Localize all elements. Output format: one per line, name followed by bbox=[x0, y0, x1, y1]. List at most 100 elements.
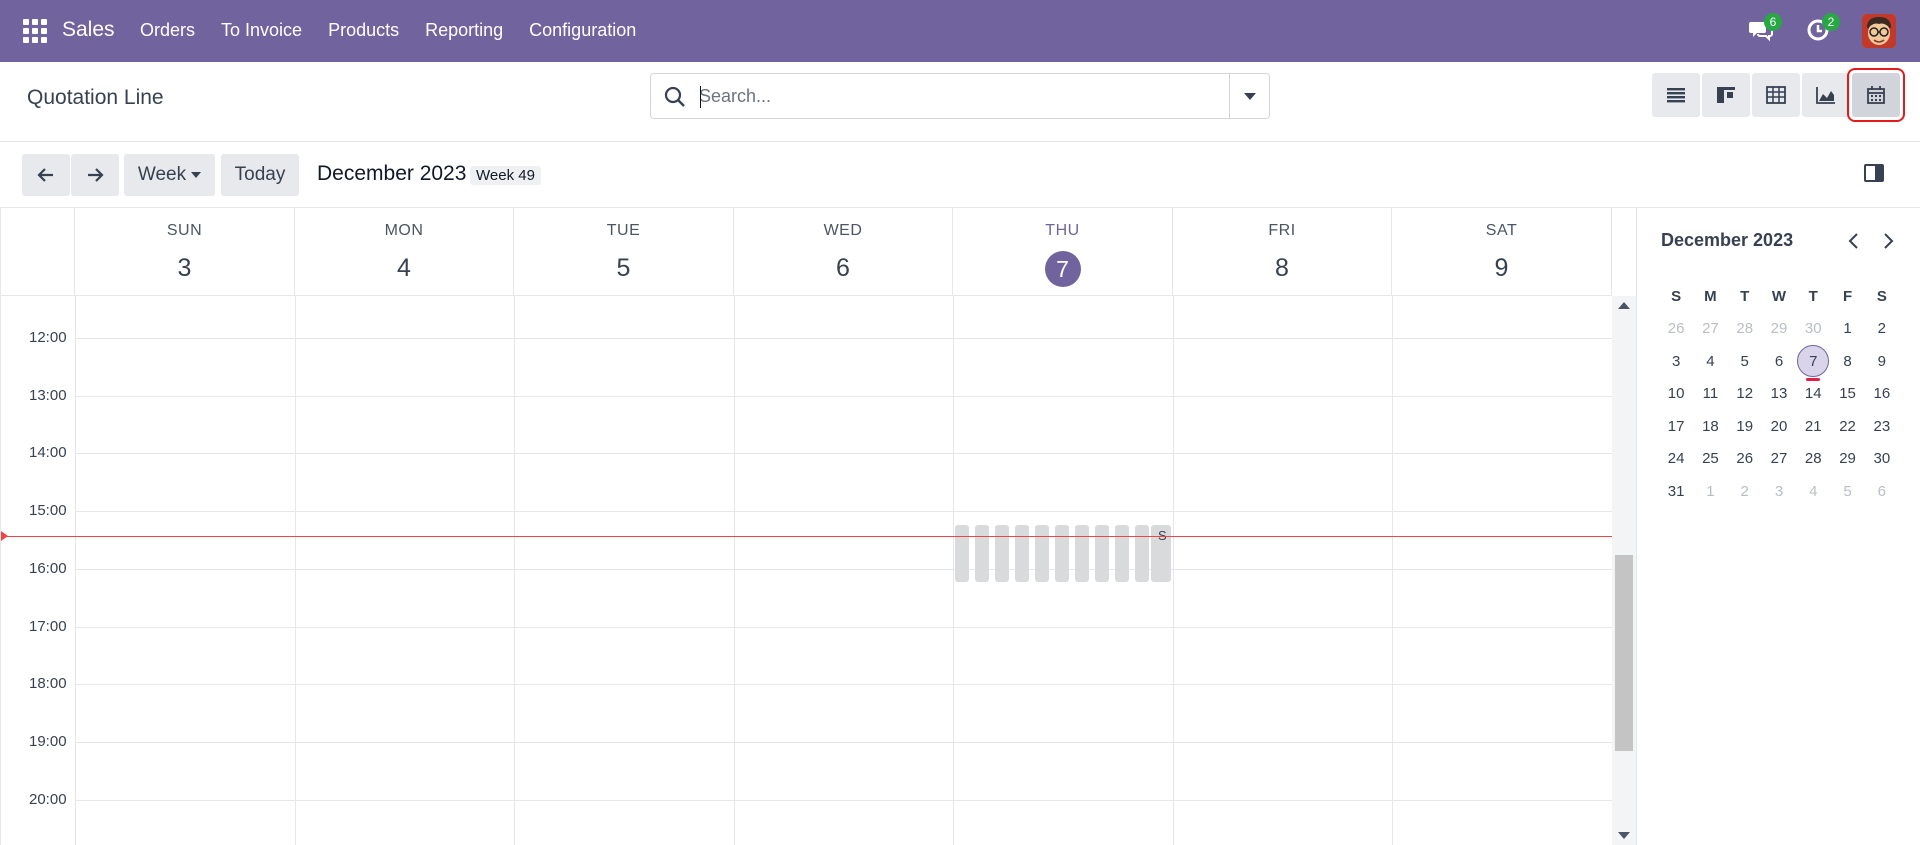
scroll-down-arrow-icon[interactable] bbox=[1618, 832, 1630, 839]
chevron-left-icon[interactable] bbox=[1845, 232, 1863, 250]
user-avatar[interactable] bbox=[1862, 14, 1896, 48]
chevron-right-icon[interactable] bbox=[1879, 232, 1897, 250]
search-options-toggle[interactable] bbox=[1229, 74, 1269, 118]
day-header-mon[interactable]: MON 4 bbox=[295, 208, 514, 296]
mini-day[interactable]: 3 bbox=[1659, 353, 1693, 370]
apps-menu-icon[interactable] bbox=[23, 19, 47, 43]
mini-day[interactable]: 1 bbox=[1693, 483, 1727, 500]
graph-view-button[interactable] bbox=[1802, 73, 1850, 117]
mini-day[interactable]: 2 bbox=[1865, 320, 1899, 337]
mini-day[interactable]: 2 bbox=[1728, 483, 1762, 500]
mini-day[interactable]: 14 bbox=[1796, 385, 1830, 402]
text-caret bbox=[700, 86, 701, 108]
mini-day[interactable]: 22 bbox=[1830, 418, 1864, 435]
today-button[interactable]: Today bbox=[221, 154, 299, 196]
hour-label: 18:00 bbox=[29, 675, 67, 692]
sidebar-toggle-icon[interactable] bbox=[1864, 164, 1884, 182]
scrollbar-thumb[interactable] bbox=[1615, 555, 1633, 751]
mini-day[interactable]: 4 bbox=[1693, 353, 1727, 370]
day-header-fri[interactable]: FRI 8 bbox=[1173, 208, 1392, 296]
messages-button[interactable]: 6 bbox=[1748, 13, 1782, 43]
mini-day[interactable]: 29 bbox=[1830, 450, 1864, 467]
mini-day[interactable]: 12 bbox=[1728, 385, 1762, 402]
search-input[interactable] bbox=[699, 74, 1219, 118]
calendar-event[interactable] bbox=[1055, 525, 1069, 582]
page-title: Quotation Line bbox=[27, 86, 164, 109]
mini-day[interactable]: 13 bbox=[1762, 385, 1796, 402]
time-grid-body[interactable]: 12:00 13:00 14:00 15:00 16:00 17:00 18:0… bbox=[1, 296, 1612, 845]
mini-day[interactable]: 25 bbox=[1693, 450, 1727, 467]
mini-day[interactable]: 26 bbox=[1728, 450, 1762, 467]
mini-day[interactable]: 11 bbox=[1693, 385, 1727, 402]
calendar-event[interactable] bbox=[1135, 525, 1149, 582]
calendar-event[interactable] bbox=[1035, 525, 1049, 582]
mini-day[interactable]: 18 bbox=[1693, 418, 1727, 435]
day-header-tue[interactable]: TUE 5 bbox=[514, 208, 734, 296]
previous-period-button[interactable] bbox=[22, 154, 70, 196]
pivot-view-button[interactable] bbox=[1752, 73, 1800, 117]
mini-day[interactable]: 6 bbox=[1762, 353, 1796, 370]
day-header-sat[interactable]: SAT 9 bbox=[1392, 208, 1612, 296]
mini-day[interactable]: 4 bbox=[1796, 483, 1830, 500]
mini-day[interactable]: 9 bbox=[1865, 353, 1899, 370]
day-header-thu[interactable]: THU 7 bbox=[953, 208, 1173, 296]
calendar-event[interactable] bbox=[1095, 525, 1109, 582]
menu-item-orders[interactable]: Orders bbox=[140, 20, 195, 41]
mini-day[interactable]: 5 bbox=[1830, 483, 1864, 500]
day-header-wed[interactable]: WED 6 bbox=[734, 208, 953, 296]
mini-day[interactable]: 5 bbox=[1728, 353, 1762, 370]
activities-button[interactable]: 2 bbox=[1806, 13, 1840, 43]
scroll-up-arrow-icon[interactable] bbox=[1618, 302, 1630, 309]
calendar-view-button[interactable] bbox=[1847, 68, 1905, 122]
menu-item-to-invoice[interactable]: To Invoice bbox=[221, 20, 302, 41]
mini-day[interactable]: 16 bbox=[1865, 385, 1899, 402]
calendar-event[interactable] bbox=[955, 525, 969, 582]
mini-day[interactable]: 19 bbox=[1728, 418, 1762, 435]
menu-item-configuration[interactable]: Configuration bbox=[529, 20, 636, 41]
app-brand[interactable]: Sales bbox=[62, 18, 115, 42]
mini-day[interactable]: 24 bbox=[1659, 450, 1693, 467]
column-divider bbox=[75, 296, 76, 845]
next-period-button[interactable] bbox=[71, 154, 119, 196]
list-icon bbox=[1667, 88, 1685, 103]
mini-day[interactable]: 29 bbox=[1762, 320, 1796, 337]
mini-day[interactable]: 8 bbox=[1830, 353, 1864, 370]
day-header-sun[interactable]: SUN 3 bbox=[75, 208, 295, 296]
mini-day[interactable]: 17 bbox=[1659, 418, 1693, 435]
calendar-event[interactable] bbox=[975, 525, 989, 582]
menu-item-products[interactable]: Products bbox=[328, 20, 399, 41]
calendar-event[interactable] bbox=[1015, 525, 1029, 582]
mini-day[interactable]: 10 bbox=[1659, 385, 1693, 402]
mini-day[interactable]: 21 bbox=[1796, 418, 1830, 435]
mini-day[interactable]: 31 bbox=[1659, 483, 1693, 500]
kanban-view-button[interactable] bbox=[1702, 73, 1750, 117]
mini-day[interactable]: 3 bbox=[1762, 483, 1796, 500]
column-divider bbox=[514, 296, 515, 845]
calendar-sidebar: December 2023 S M T W T F S 26 27 28 29 … bbox=[1636, 208, 1920, 845]
menu-item-reporting[interactable]: Reporting bbox=[425, 20, 503, 41]
calendar-event[interactable] bbox=[995, 525, 1009, 582]
calendar-event[interactable]: S bbox=[1151, 525, 1171, 582]
mini-day[interactable]: 30 bbox=[1865, 450, 1899, 467]
vertical-scrollbar[interactable] bbox=[1612, 296, 1636, 845]
scale-dropdown-button[interactable]: Week bbox=[124, 154, 215, 196]
mini-day[interactable]: 27 bbox=[1762, 450, 1796, 467]
calendar-event[interactable] bbox=[1115, 525, 1129, 582]
mini-day[interactable]: 27 bbox=[1693, 320, 1727, 337]
list-view-button[interactable] bbox=[1652, 73, 1700, 117]
mini-day[interactable]: 1 bbox=[1830, 320, 1864, 337]
mini-day[interactable]: 30 bbox=[1796, 320, 1830, 337]
calendar-event[interactable] bbox=[1075, 525, 1089, 582]
mini-day[interactable]: 28 bbox=[1796, 450, 1830, 467]
mini-day[interactable]: 15 bbox=[1830, 385, 1864, 402]
hour-line bbox=[75, 338, 1612, 339]
mini-day[interactable]: 28 bbox=[1728, 320, 1762, 337]
weekday-label: F bbox=[1842, 287, 1853, 305]
mini-calendar-title: December 2023 bbox=[1661, 230, 1794, 250]
mini-day[interactable]: 20 bbox=[1762, 418, 1796, 435]
mini-day[interactable]: 6 bbox=[1865, 483, 1899, 500]
mini-day[interactable]: 23 bbox=[1865, 418, 1899, 435]
day-number: 6 bbox=[836, 254, 850, 282]
mini-day-today[interactable]: 7 bbox=[1796, 345, 1830, 382]
mini-day[interactable]: 26 bbox=[1659, 320, 1693, 337]
